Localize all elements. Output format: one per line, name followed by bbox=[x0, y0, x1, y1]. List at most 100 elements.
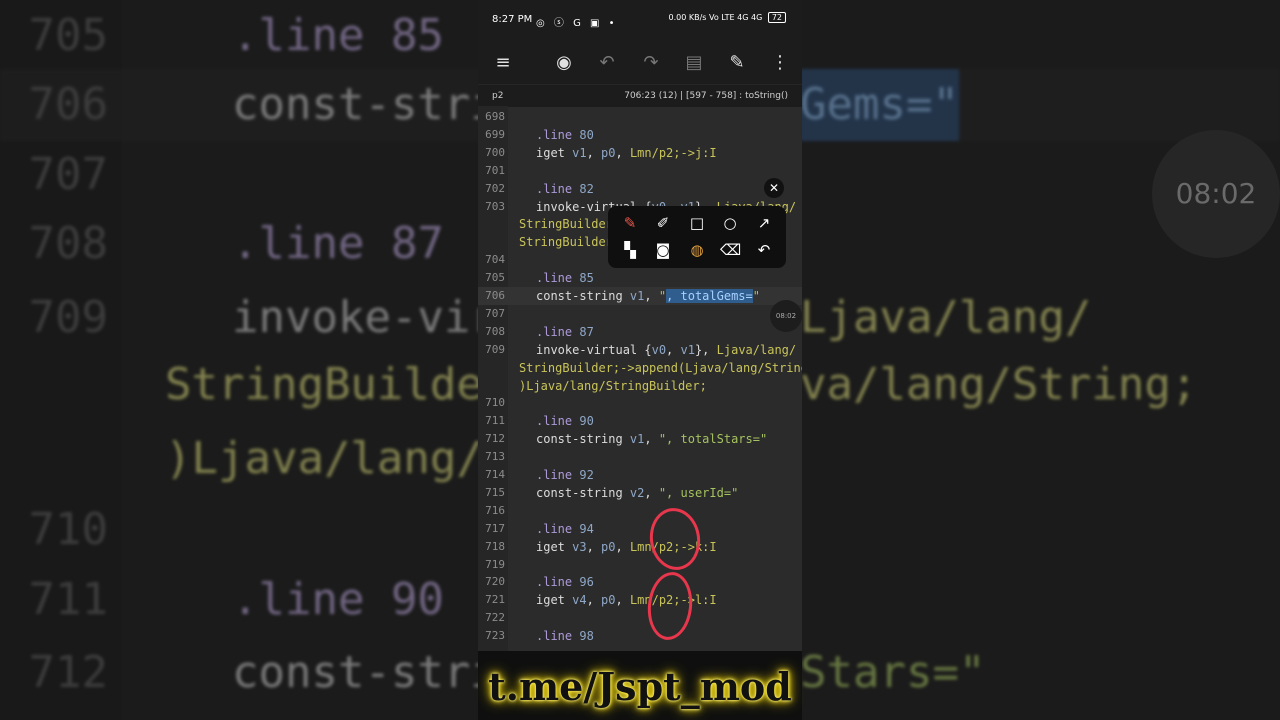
code-line[interactable]: 717 .line 94 bbox=[478, 520, 802, 538]
code-line[interactable]: 721 iget v4, p0, Lmn/p2;->l:I bbox=[478, 591, 802, 609]
code-line[interactable]: 699 .line 80 bbox=[478, 126, 802, 144]
file-info-bar: p2 706:23 (12) | [597 - 758] : toString(… bbox=[478, 84, 802, 107]
background-line-number: 708 bbox=[28, 218, 108, 269]
code-line[interactable]: 723 .line 98 bbox=[478, 627, 802, 645]
watermark-banner: t.me/Jspt_mod bbox=[488, 664, 792, 709]
line-number: 721 bbox=[485, 593, 505, 607]
line-number: 716 bbox=[485, 503, 505, 517]
code-line[interactable]: 709 invoke-virtual {v0, v1}, Ljava/lang/ bbox=[478, 341, 802, 359]
color-picker-icon[interactable]: ◍ bbox=[687, 240, 707, 260]
line-number: 713 bbox=[485, 450, 505, 464]
camera-icon[interactable]: ◙ bbox=[653, 240, 673, 260]
code-line[interactable]: 716 bbox=[478, 502, 802, 520]
code-line[interactable]: 712 const-string v1, ", totalStars=" bbox=[478, 430, 802, 448]
undo-icon[interactable]: ↶ bbox=[596, 52, 618, 74]
code-line[interactable]: 701 bbox=[478, 162, 802, 180]
undo-annotation-icon[interactable]: ↶ bbox=[754, 240, 774, 260]
line-number: 715 bbox=[485, 485, 505, 499]
code-text: .line 90 bbox=[536, 414, 594, 429]
save-icon[interactable]: ▤ bbox=[683, 52, 705, 74]
code-line[interactable]: 720 .line 96 bbox=[478, 573, 802, 591]
brush-icon[interactable]: ✎ bbox=[620, 213, 640, 233]
code-line[interactable]: 714 .line 92 bbox=[478, 466, 802, 484]
code-text: const-string v1, ", totalGems=" bbox=[536, 289, 760, 303]
status-indicators: ◎ ⓢ G ▣ • bbox=[536, 18, 618, 29]
highlighter-icon[interactable]: ✐ bbox=[653, 213, 673, 233]
code-line[interactable]: )Ljava/lang/StringBuilder; bbox=[478, 377, 802, 395]
redo-icon[interactable]: ↷ bbox=[640, 52, 662, 74]
phone-screen: 8:27 PM ◎ ⓢ G ▣ • 0.00 KB/s Vo LTE 4G 4G… bbox=[478, 0, 802, 720]
line-number: 701 bbox=[485, 163, 505, 177]
network-status: 0.00 KB/s Vo LTE 4G 4G bbox=[668, 13, 763, 22]
code-line[interactable]: 706 const-string v1, ", totalGems=" bbox=[478, 287, 802, 305]
code-text: .line 92 bbox=[536, 468, 594, 482]
code-line[interactable]: 700 iget v1, p0, Lmn/p2;->j:I bbox=[478, 144, 802, 162]
code-line[interactable]: 707 bbox=[478, 305, 802, 323]
background-code: Gems=" bbox=[800, 69, 959, 141]
code-line[interactable]: 722 bbox=[478, 609, 802, 627]
code-line[interactable]: 715 const-string v2, ", userId=" bbox=[478, 484, 802, 502]
line-number: 699 bbox=[485, 127, 505, 141]
edit-icon[interactable]: ✎ bbox=[726, 52, 748, 74]
code-line[interactable]: 705 .line 85 bbox=[478, 269, 802, 287]
code-line[interactable]: 719 bbox=[478, 556, 802, 574]
circle-icon[interactable]: ○ bbox=[720, 213, 740, 233]
code-line[interactable]: 718 iget v3, p0, Lmn/p2;->k:I bbox=[478, 538, 802, 556]
battery-icon: 72 bbox=[767, 12, 786, 23]
code-line[interactable]: 710 bbox=[478, 394, 802, 412]
eraser-icon[interactable]: ⌫ bbox=[720, 240, 741, 260]
code-text: .line 80 bbox=[536, 127, 594, 142]
status-bar: 8:27 PM ◎ ⓢ G ▣ • 0.00 KB/s Vo LTE 4G 4G… bbox=[478, 0, 802, 40]
line-number: 709 bbox=[485, 342, 505, 356]
background-code: Stars=" bbox=[800, 647, 986, 698]
code-text: .line 82 bbox=[536, 181, 594, 196]
line-number: 723 bbox=[485, 629, 505, 643]
line-number: 718 bbox=[485, 539, 505, 553]
code-text: StringBuilder;->append(Ljava/lang/String… bbox=[519, 360, 802, 375]
code-text: .line 85 bbox=[536, 271, 594, 286]
line-number: 710 bbox=[485, 396, 505, 410]
line-number: 702 bbox=[485, 181, 505, 195]
background-line-number: 712 bbox=[28, 647, 108, 698]
code-editor[interactable]: 698 699 .line 80 700 iget v1, p0, Lmn/p2;->j… bbox=[478, 106, 802, 651]
line-number: 704 bbox=[485, 253, 505, 267]
code-line[interactable]: 713 bbox=[478, 448, 802, 466]
code-text: const-string v1, ", totalStars=" bbox=[536, 432, 768, 447]
line-number: 717 bbox=[485, 521, 505, 535]
background-line-number: 707 bbox=[28, 149, 108, 200]
line-number: 712 bbox=[485, 432, 505, 446]
code-line[interactable]: 711 .line 90 bbox=[478, 412, 802, 430]
code-text: StringBuilder; bbox=[519, 235, 621, 250]
background-code: Ljava/lang/ bbox=[800, 292, 1092, 343]
line-number: 706 bbox=[485, 289, 505, 302]
close-icon[interactable]: ✕ bbox=[764, 178, 784, 198]
code-line[interactable]: 708 .line 87 bbox=[478, 323, 802, 341]
file-name: p2 bbox=[492, 91, 504, 101]
line-number: 719 bbox=[485, 557, 505, 571]
code-text: )Ljava/lang/StringBuilder; bbox=[519, 378, 707, 393]
background-line-number: 709 bbox=[28, 292, 108, 343]
mosaic-icon[interactable]: ▚ bbox=[620, 240, 640, 260]
more-icon[interactable]: ⋮ bbox=[769, 52, 791, 74]
code-text: .line 87 bbox=[536, 324, 594, 339]
annotation-toolbar: ✎ ✐ □ ○ ↗ ▚ ◙ ◍ ⌫ ↶ bbox=[608, 206, 786, 268]
background-code: .line 87 bbox=[232, 218, 444, 269]
code-line[interactable]: 698 bbox=[478, 108, 802, 126]
menu-icon[interactable]: ≡ bbox=[492, 52, 514, 74]
line-number: 722 bbox=[485, 611, 505, 625]
arrow-icon[interactable]: ↗ bbox=[754, 213, 774, 233]
line-number: 705 bbox=[485, 271, 505, 285]
code-text: iget v1, p0, Lmn/p2;->j:I bbox=[536, 145, 717, 160]
line-number: 708 bbox=[485, 324, 505, 338]
background-code: .line 90 bbox=[232, 574, 444, 625]
background-timer: 08:02 bbox=[1152, 130, 1280, 258]
line-number: 707 bbox=[485, 306, 505, 320]
rectangle-icon[interactable]: □ bbox=[687, 213, 707, 233]
code-line[interactable]: StringBuilder;->append(Ljava/lang/String… bbox=[478, 359, 802, 377]
line-number: 700 bbox=[485, 145, 505, 159]
compass-icon[interactable]: ◉ bbox=[553, 52, 575, 74]
status-time: 8:27 PM bbox=[492, 14, 533, 25]
code-text: .line 96 bbox=[536, 575, 594, 590]
code-line[interactable]: 702 .line 82 bbox=[478, 180, 802, 198]
status-right: 0.00 KB/s Vo LTE 4G 4G 72 bbox=[669, 12, 786, 23]
